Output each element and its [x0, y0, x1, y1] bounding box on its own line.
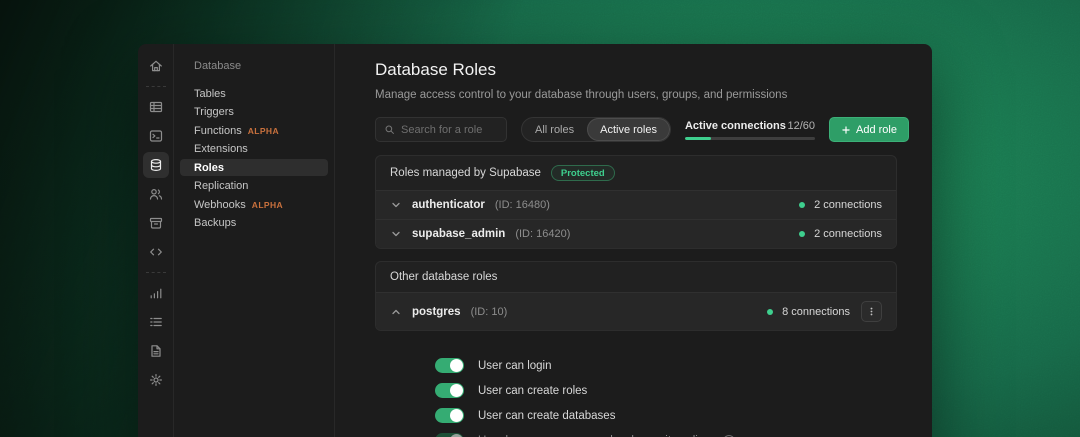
segment-all-roles[interactable]: All roles — [522, 118, 587, 141]
role-row-authenticator[interactable]: authenticator (ID: 16480) 2 connections — [376, 190, 896, 219]
settings-icon[interactable] — [143, 367, 169, 393]
sidebar-item-backups[interactable]: Backups — [180, 215, 328, 232]
sql-editor-icon[interactable] — [143, 123, 169, 149]
connections-label: Active connections — [685, 120, 786, 132]
role-name: authenticator — [412, 199, 485, 211]
chevron-down-icon[interactable] — [390, 199, 402, 211]
role-name: postgres — [412, 306, 461, 318]
toggle-user-bypasses-rls — [435, 433, 464, 437]
auth-icon[interactable] — [143, 181, 169, 207]
sidebar-item-extensions[interactable]: Extensions — [180, 141, 328, 158]
segment-active-roles[interactable]: Active roles — [587, 118, 670, 141]
database-menu: Database Tables Triggers FunctionsALPHA … — [174, 44, 335, 437]
kebab-menu-icon — [866, 306, 877, 317]
reports-icon[interactable] — [143, 280, 169, 306]
role-id: (ID: 16420) — [515, 228, 570, 240]
role-row-postgres[interactable]: postgres (ID: 10) 8 connections — [376, 292, 896, 330]
sidebar-item-replication[interactable]: Replication — [180, 178, 328, 195]
sidebar-item-roles[interactable]: Roles — [180, 159, 328, 176]
connection-status-dot — [799, 202, 805, 208]
connection-count: 2 connections — [814, 199, 882, 211]
role-id: (ID: 10) — [471, 306, 508, 318]
connections-progress-track — [685, 137, 815, 140]
page-subtitle: Manage access control to your database t… — [375, 89, 897, 101]
toggle-label: User can create roles — [478, 385, 587, 397]
toggle-label: User can login — [478, 360, 552, 372]
active-connections: Active connections 12/60 — [685, 120, 815, 140]
home-icon[interactable] — [143, 53, 169, 79]
connection-count: 8 connections — [782, 306, 850, 318]
app-window: Database Tables Triggers FunctionsALPHA … — [138, 44, 932, 437]
chevron-down-icon[interactable] — [390, 228, 402, 240]
connection-status-dot — [767, 309, 773, 315]
sidebar-item-triggers[interactable]: Triggers — [180, 104, 328, 121]
search-input-wrapper — [375, 117, 507, 142]
rail-divider — [146, 272, 166, 273]
postgres-permissions: User can login User can create roles Use… — [375, 343, 897, 437]
sidebar-item-webhooks[interactable]: WebhooksALPHA — [180, 196, 328, 213]
connection-status-dot — [799, 231, 805, 237]
logs-icon[interactable] — [143, 309, 169, 335]
protected-badge: Protected — [551, 165, 615, 181]
alpha-badge: ALPHA — [252, 200, 283, 210]
connection-count: 2 connections — [814, 228, 882, 240]
rail-divider — [146, 86, 166, 87]
table-editor-icon[interactable] — [143, 94, 169, 120]
search-icon — [384, 124, 395, 135]
alpha-badge: ALPHA — [248, 126, 279, 136]
card-title: Other database roles — [390, 271, 497, 283]
connections-value: 12/60 — [787, 120, 815, 132]
api-docs-icon[interactable] — [143, 338, 169, 364]
other-roles-card: Other database roles postgres (ID: 10) 8… — [375, 261, 897, 331]
role-id: (ID: 16480) — [495, 199, 550, 211]
toggle-user-can-login[interactable] — [435, 358, 464, 373]
search-input[interactable] — [401, 124, 498, 136]
plus-icon — [841, 125, 851, 135]
sidebar-item-tables[interactable]: Tables — [180, 85, 328, 102]
role-options-button[interactable] — [861, 301, 882, 322]
database-icon[interactable] — [143, 152, 169, 178]
toggle-user-can-create-roles[interactable] — [435, 383, 464, 398]
role-name: supabase_admin — [412, 228, 505, 240]
main-content: Database Roles Manage access control to … — [335, 44, 932, 437]
chevron-up-icon[interactable] — [390, 306, 402, 318]
toggle-label: User can create databases — [478, 410, 615, 422]
page-title: Database Roles — [375, 60, 897, 80]
card-title: Roles managed by Supabase — [390, 167, 541, 179]
add-role-button[interactable]: Add role — [829, 117, 909, 142]
toggle-user-can-create-databases[interactable] — [435, 408, 464, 423]
menu-section-label: Database — [174, 60, 334, 72]
sidebar-item-functions[interactable]: FunctionsALPHA — [180, 122, 328, 139]
role-row-supabase-admin[interactable]: supabase_admin (ID: 16420) 2 connections — [376, 219, 896, 248]
managed-roles-card: Roles managed by Supabase Protected auth… — [375, 155, 897, 249]
storage-icon[interactable] — [143, 210, 169, 236]
edge-functions-icon[interactable] — [143, 239, 169, 265]
roles-filter-segmented: All roles Active roles — [521, 117, 671, 142]
controls-row: All roles Active roles Active connection… — [375, 117, 897, 142]
connections-progress-fill — [685, 137, 711, 140]
icon-rail — [138, 44, 174, 437]
